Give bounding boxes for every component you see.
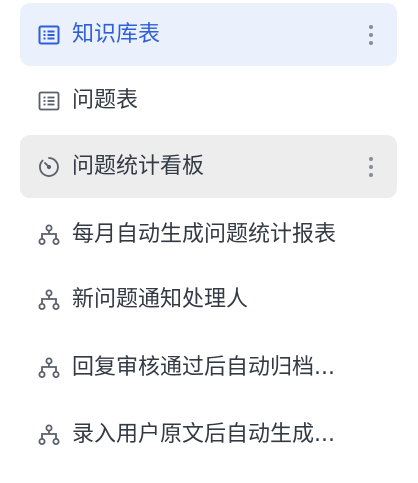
more-options-icon[interactable] [359,152,383,182]
nav-item-question-dashboard[interactable]: 问题统计看板 [20,135,397,198]
nav-item-label: 每月自动生成问题统计报表 [72,221,337,247]
sidebar-nav: 知识库表 问题表 问题统计看板 每月自动生成问题统计报表 新问题通知处理人 回复… [0,0,418,483]
nav-item-monthly-report-workflow[interactable]: 每月自动生成问题统计报表 [20,203,397,266]
nav-item-auto-generate-workflow[interactable]: 录入用户原文后自动生成... [20,403,397,466]
nav-item-label: 新问题通知处理人 [72,286,249,312]
workflow-icon [36,287,62,313]
dashboard-gauge-icon [36,154,62,180]
nav-item-question-table[interactable]: 问题表 [20,69,397,132]
nav-item-knowledge-table[interactable]: 知识库表 [20,3,397,66]
nav-item-label: 回复审核通过后自动归档... [72,354,335,380]
more-options-icon[interactable] [359,20,383,50]
nav-item-label: 问题统计看板 [72,153,205,179]
nav-item-notify-handler-workflow[interactable]: 新问题通知处理人 [20,268,397,331]
table-list-icon [36,22,62,48]
workflow-icon [36,422,62,448]
nav-item-auto-archive-workflow[interactable]: 回复审核通过后自动归档... [20,336,397,399]
nav-item-label: 问题表 [72,87,139,113]
nav-item-label: 知识库表 [72,21,161,47]
nav-item-label: 录入用户原文后自动生成... [72,421,335,447]
workflow-icon [36,222,62,248]
workflow-icon [36,355,62,381]
table-list-icon [36,88,62,114]
